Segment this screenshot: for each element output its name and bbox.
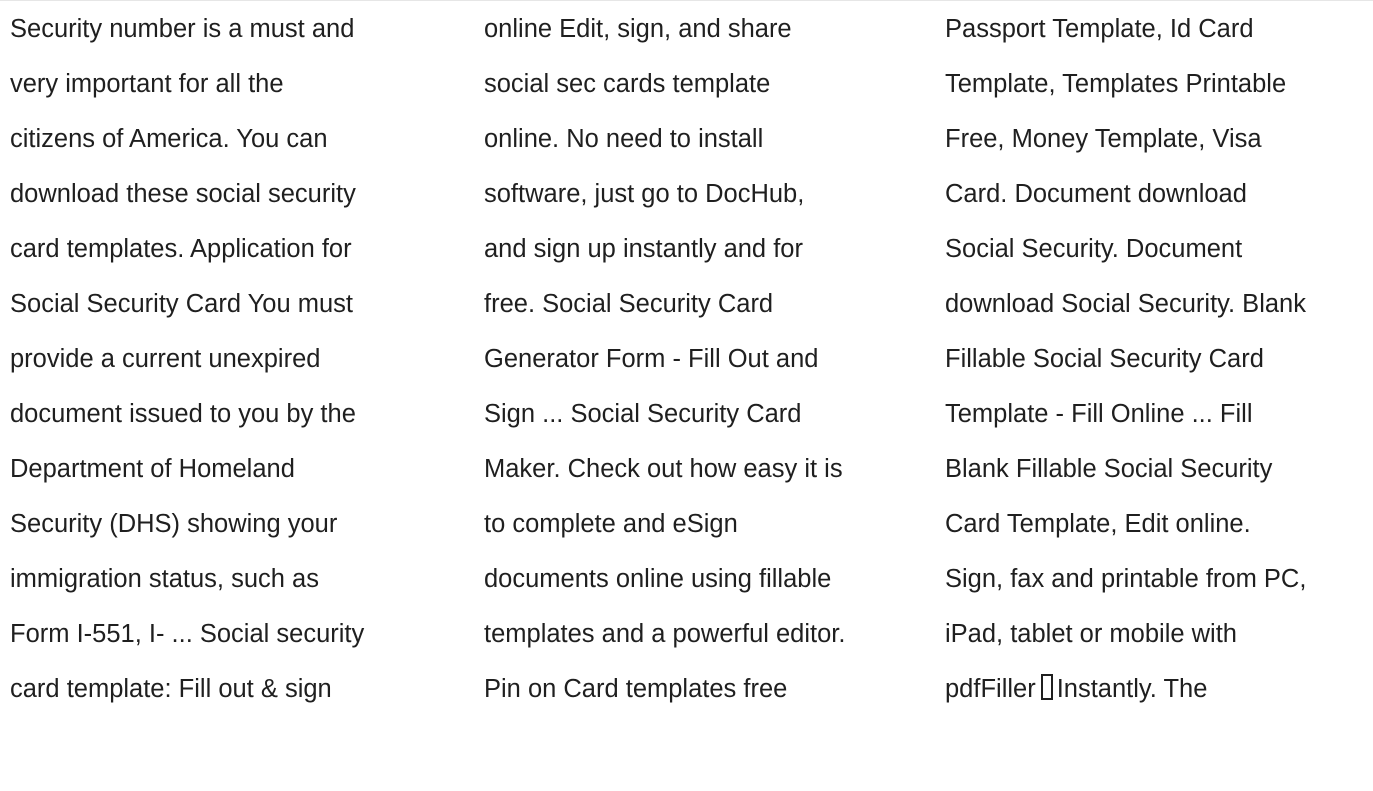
text-column-1: Security number is a must and very impor…: [10, 0, 440, 717]
text-line: Passport Template, Id Card: [945, 15, 1254, 43]
text-line: online Edit, sign, and share: [484, 15, 792, 43]
text-line: and sign up instantly and for: [484, 235, 803, 263]
text-line: Social Security Card You must: [10, 290, 354, 318]
pdffiller-word: pdfFiller: [945, 675, 1036, 703]
text-line: Free, Money Template, Visa: [945, 125, 1262, 153]
text-line: document issued to you by the: [10, 400, 356, 428]
text-line: Department of Homeland: [10, 455, 295, 483]
text-line: card template: Fill out & sign: [10, 675, 332, 703]
text-line: iPad, tablet or mobile with: [945, 620, 1237, 648]
text-line: Blank Fillable Social Security: [945, 455, 1273, 483]
text-column-3: Passport Template, Id Card Template, Tem…: [945, 0, 1373, 717]
text-line: Card. Document download: [945, 180, 1247, 208]
text-line: citizens of America. You can: [10, 125, 328, 153]
text-line: online. No need to install: [484, 125, 764, 153]
text-line: Generator Form - Fill Out and: [484, 345, 819, 373]
text-line: very important for all the: [10, 70, 284, 98]
text-line: download Social Security. Blank: [945, 290, 1306, 318]
text-line: Maker. Check out how easy it is: [484, 455, 843, 483]
text-line: Social Security. Document: [945, 235, 1243, 263]
text-line: Card Template, Edit online.: [945, 510, 1251, 538]
text-line: card templates. Application for: [10, 235, 352, 263]
text-line: Template - Fill Online ... Fill: [945, 400, 1253, 428]
text-line: Sign, fax and printable from PC,: [945, 565, 1307, 593]
text-line: immigration status, such as: [10, 565, 319, 593]
text-line: software, just go to DocHub,: [484, 180, 805, 208]
text-line: templates and a powerful editor.: [484, 620, 846, 648]
text-line: Security number is a must and: [10, 15, 355, 43]
text-line: Pin on Card templates free: [484, 675, 788, 703]
text-line: to complete and eSign: [484, 510, 738, 538]
missing-glyph-icon: [1040, 674, 1053, 700]
text-line: free. Social Security Card: [484, 290, 774, 318]
text-column-2: online Edit, sign, and share social sec …: [484, 0, 914, 717]
text-line: Security (DHS) showing your: [10, 510, 338, 538]
text-line: download these social security: [10, 180, 356, 208]
document-page: Security number is a must and very impor…: [0, 0, 1373, 791]
text-line-tail: Instantly. The: [1056, 675, 1208, 703]
text-line: Template, Templates Printable: [945, 70, 1287, 98]
text-line-with-glyph: pdfFiller Instantly. The: [945, 662, 1373, 717]
text-line: Form I-551, I- ... Social security: [10, 620, 365, 648]
text-line: Fillable Social Security Card: [945, 345, 1264, 373]
text-line: social sec cards template: [484, 70, 771, 98]
text-line: Sign ... Social Security Card: [484, 400, 802, 428]
text-line: provide a current unexpired: [10, 345, 321, 373]
text-line: documents online using fillable: [484, 565, 832, 593]
